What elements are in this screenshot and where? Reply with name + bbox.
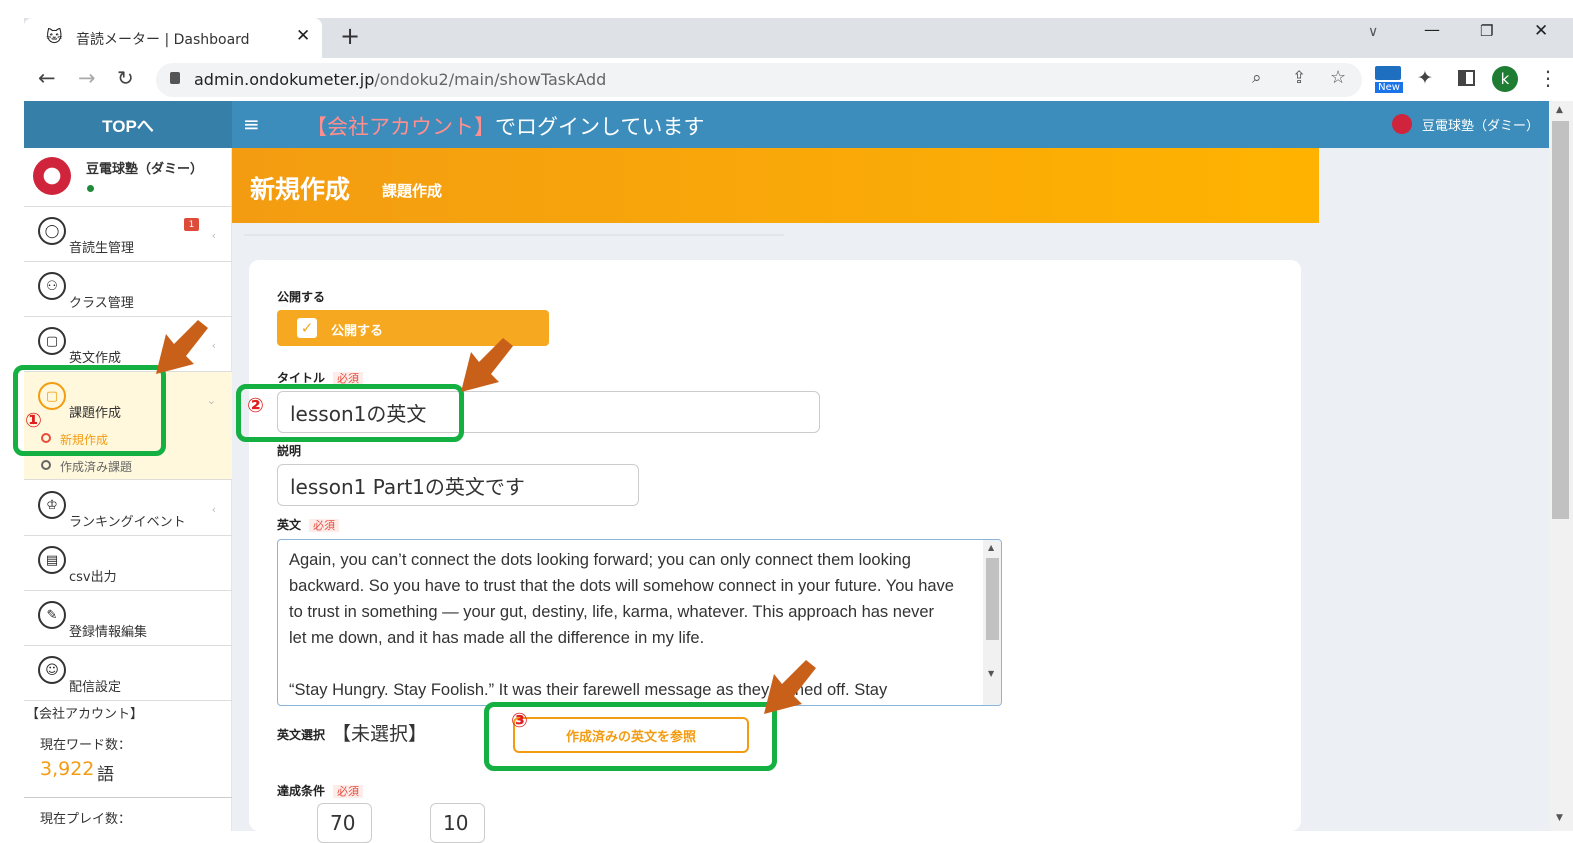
sidebar-item-ranking[interactable]: ♔ ランキングイベント ‹	[24, 481, 232, 536]
checkbox-checked-icon: ✓	[297, 318, 317, 338]
english-label: 英文 必須	[277, 516, 340, 533]
publish-toggle-label: 公開する	[331, 324, 384, 339]
crown-icon: ♔	[38, 491, 66, 519]
scroll-down-icon[interactable]: ▼	[1556, 813, 1563, 823]
tab-title: 音読メーター | Dashboard	[76, 32, 250, 48]
play-count-label: 現在プレイ数：	[40, 812, 132, 827]
tab-search-icon[interactable]: ∨	[1368, 24, 1378, 40]
annotation-number-2: ②	[247, 393, 264, 417]
close-tab-icon[interactable]: ✕	[296, 26, 310, 46]
forward-icon[interactable]: →	[78, 66, 96, 90]
pencil-icon: ✎	[38, 601, 66, 629]
person-icon: ☺	[38, 656, 66, 684]
favicon-icon: 🐱	[46, 27, 63, 46]
document-icon: ▢	[38, 327, 66, 355]
restore-icon[interactable]: ❐	[1480, 22, 1493, 40]
select-value: 【未選択】	[332, 723, 428, 745]
bookmark-star-icon[interactable]: ☆	[1330, 67, 1346, 88]
english-text: Again, you can’t connect the dots lookin…	[289, 551, 954, 699]
top-link[interactable]: TOPへ	[24, 101, 232, 148]
scroll-up-icon[interactable]: ▲	[1556, 105, 1563, 115]
minimize-icon[interactable]: —	[1424, 20, 1440, 39]
english-textarea[interactable]: Again, you can’t connect the dots lookin…	[277, 539, 1002, 706]
user-name[interactable]: 豆電球塾（ダミー）	[1422, 115, 1539, 134]
user-icon: ◯	[38, 217, 66, 245]
page-header: 新規作成 課題作成	[232, 148, 1319, 223]
chevron-left-icon: ‹	[211, 503, 216, 516]
page-subtitle: 課題作成	[382, 182, 443, 200]
word-count-unit: 語	[97, 765, 114, 785]
reload-icon[interactable]: ↻	[117, 66, 134, 90]
page-title: 新規作成	[250, 175, 351, 204]
textarea-scrollbar[interactable]: ▲ ▼	[983, 540, 1001, 705]
new-tab-icon[interactable]: +	[340, 22, 360, 50]
profile-avatar[interactable]: k	[1492, 66, 1518, 92]
browser-tab[interactable]: 🐱 音読メーター | Dashboard ✕	[24, 18, 322, 58]
highlight-box-3	[484, 702, 777, 771]
sub-bullet-icon	[41, 460, 51, 470]
desc-label: 説明	[277, 444, 302, 458]
browser-menu-icon[interactable]: ⋮	[1538, 66, 1558, 90]
extensions-puzzle-icon[interactable]: ✦	[1417, 67, 1433, 89]
group-icon: ⚇	[38, 272, 66, 300]
address-bar[interactable]: admin.ondokumeter.jp/ondoku2/main/showTa…	[156, 63, 1362, 97]
chevron-down-icon: ⌄	[206, 394, 216, 407]
annotation-arrow-3	[764, 660, 816, 714]
org-name: 豆電球塾（ダミー）	[86, 162, 204, 177]
header-underline	[244, 234, 784, 236]
back-icon[interactable]: ←	[38, 66, 56, 90]
sidebar-item-delivery[interactable]: ☺ 配信設定	[24, 646, 232, 701]
account-title: 【会社アカウント】	[26, 707, 144, 722]
select-label: 英文選択	[277, 728, 326, 742]
chevron-left-icon: ‹	[211, 229, 216, 242]
sidebar-item-classes[interactable]: ⚇ クラス管理	[24, 262, 232, 317]
online-status-dot	[87, 185, 94, 192]
csv-icon: ▤	[38, 546, 66, 574]
publish-label: 公開する	[277, 290, 326, 304]
annotation-arrow-1	[156, 320, 208, 374]
sidebar-item-students[interactable]: ◯ 音読生管理 1 ‹	[24, 207, 232, 262]
condition-input-1[interactable]: 70	[317, 803, 372, 843]
window-close-icon[interactable]: ✕	[1534, 21, 1548, 41]
extension-new-icon[interactable]: New	[1375, 66, 1403, 94]
login-notice: 【会社アカウント】でログインしています	[306, 115, 705, 139]
org-logo	[33, 157, 71, 195]
sidebar-item-csv[interactable]: ▤ csv出力	[24, 536, 232, 591]
condition-input-2[interactable]: 10	[430, 803, 485, 843]
subnav-created[interactable]: 作成済み課題	[60, 458, 132, 475]
side-panel-icon[interactable]	[1458, 70, 1475, 86]
sidebar-item-profile[interactable]: ✎ 登録情報編集	[24, 591, 232, 646]
menu-toggle-icon[interactable]: ≡	[243, 112, 260, 136]
zoom-icon[interactable]: ⌕	[1252, 68, 1262, 88]
description-input[interactable]: lesson1 Part1の英文です	[277, 464, 639, 506]
annotation-number-1: ①	[25, 408, 42, 432]
annotation-number-3: ③	[511, 708, 528, 732]
share-icon[interactable]: ⇪	[1292, 68, 1306, 88]
notification-badge: 1	[184, 218, 199, 231]
lock-icon	[170, 72, 180, 84]
user-logo-icon	[1392, 114, 1412, 134]
url-text: admin.ondokumeter.jp/ondoku2/main/showTa…	[194, 70, 607, 89]
word-count-label: 現在ワード数：	[40, 738, 132, 753]
scroll-thumb[interactable]	[1552, 121, 1569, 519]
chevron-left-icon: ‹	[211, 339, 216, 352]
annotation-arrow-2	[461, 338, 513, 392]
highlight-box-2	[236, 384, 464, 442]
condition-label: 達成条件 必須	[277, 782, 364, 799]
page-scrollbar[interactable]: ▲ ▼	[1549, 101, 1573, 831]
word-count-value: 3,922	[40, 758, 95, 780]
